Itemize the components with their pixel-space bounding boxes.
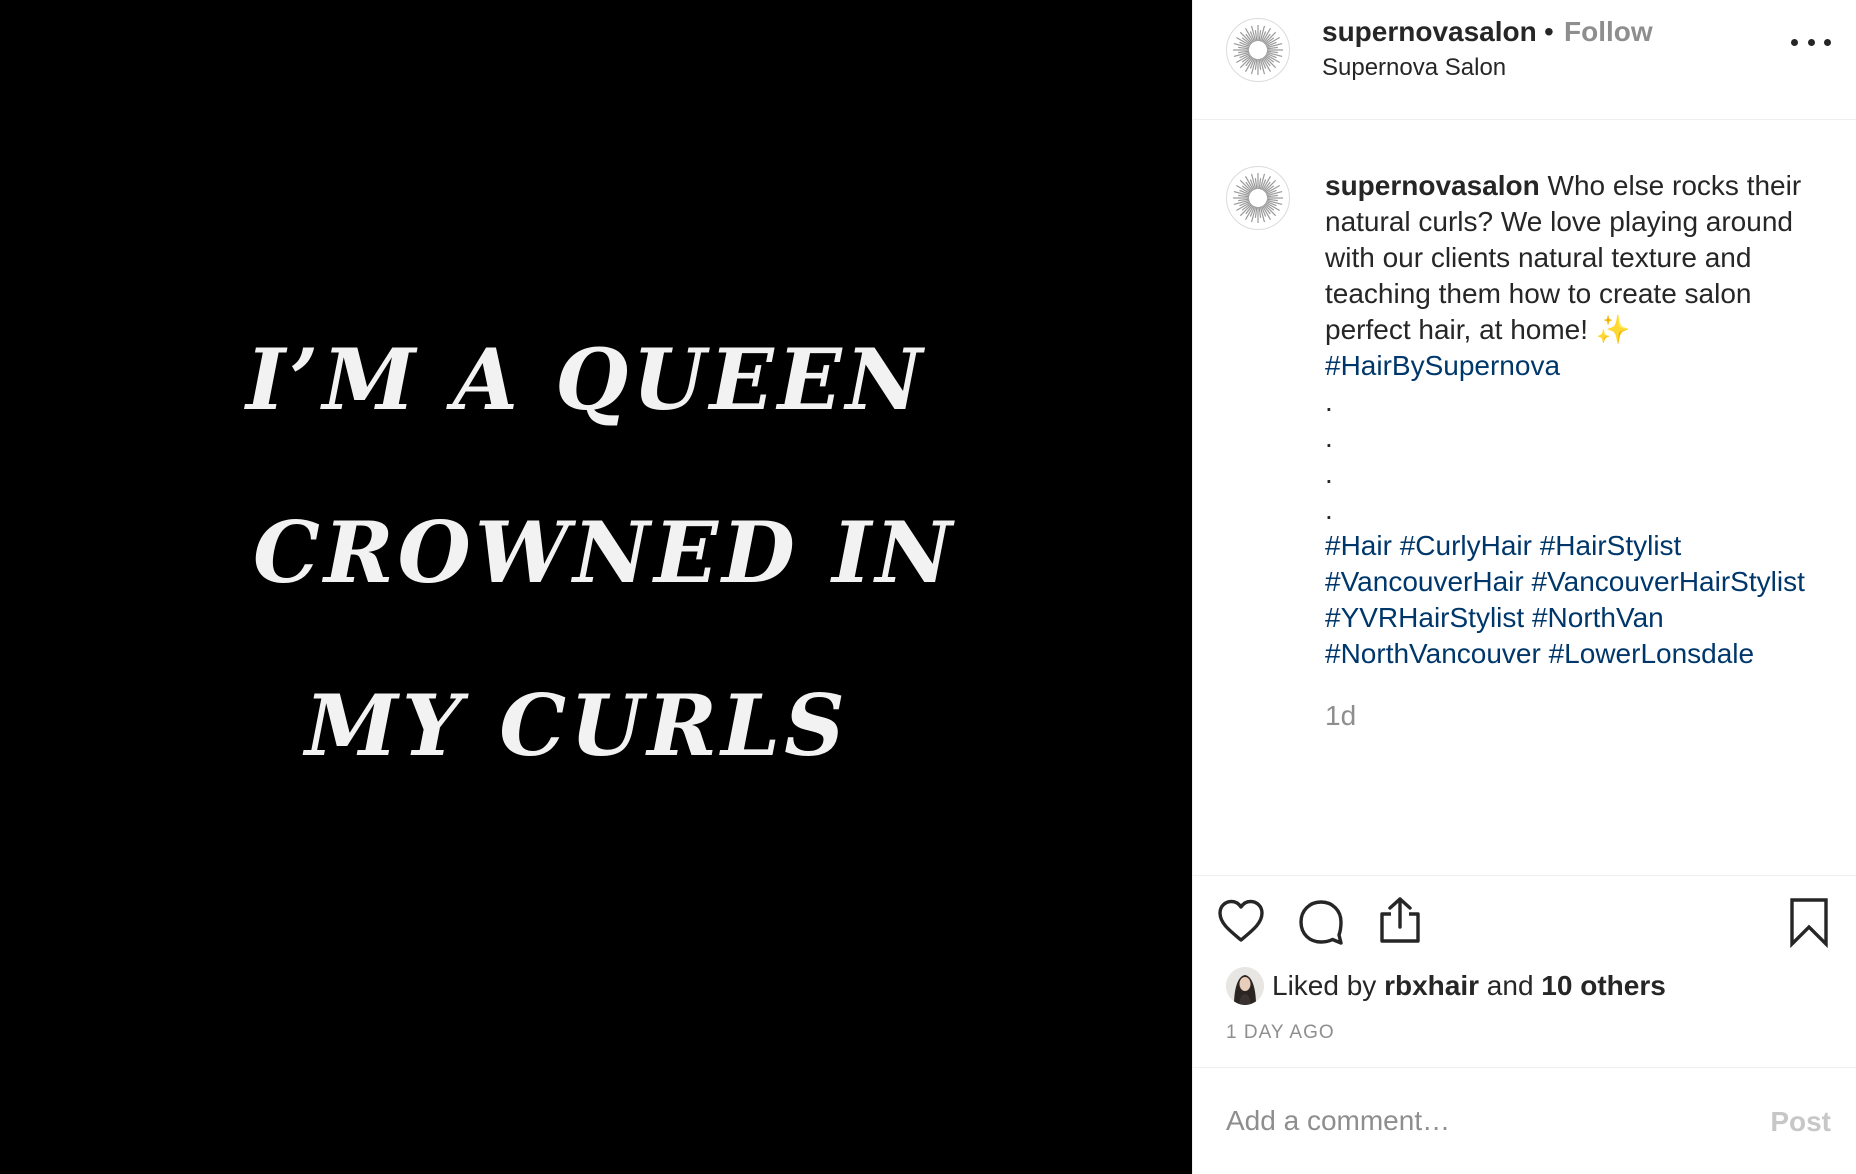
caption-dot: .: [1325, 386, 1333, 417]
comment-icon: [1299, 900, 1343, 945]
quote-line-2: CROWNED IN: [253, 503, 957, 602]
likes-summary: Liked by rbxhair and 10 others: [1226, 966, 1666, 1006]
sunburst-logo-icon: [1233, 25, 1283, 75]
hashtag-link[interactable]: #NorthVancouver: [1325, 638, 1541, 669]
caption-text: supernovasalon Who else rocks their natu…: [1325, 168, 1835, 672]
hashtag-link[interactable]: #Hair: [1325, 530, 1392, 561]
liked-by-label: Liked by: [1272, 970, 1377, 1001]
liked-and-label: and: [1486, 970, 1534, 1001]
likes-text: Liked by rbxhair and 10 others: [1272, 970, 1666, 1002]
caption-dot: .: [1325, 458, 1333, 489]
more-icon-dot: [1807, 38, 1815, 46]
hashtag-link[interactable]: #HairStylist: [1540, 530, 1682, 561]
quote-line-1: I’M A QUEEN: [246, 330, 927, 429]
like-button[interactable]: [1215, 896, 1267, 948]
more-options-button[interactable]: [1791, 32, 1831, 52]
hashtag-link[interactable]: #CurlyHair: [1400, 530, 1532, 561]
follow-button[interactable]: Follow: [1564, 16, 1653, 48]
heart-icon: [1218, 899, 1264, 942]
post-timestamp[interactable]: 1 DAY AGO: [1226, 1022, 1335, 1044]
header-username[interactable]: supernovasalon: [1322, 16, 1537, 48]
post-header: supernovasalon • Follow Supernova Salon: [1193, 0, 1856, 120]
post-actions: Liked by rbxhair and 10 others 1 DAY AGO: [1193, 875, 1856, 1067]
bookmark-icon: [1790, 898, 1828, 949]
share-button[interactable]: [1374, 894, 1426, 946]
share-icon: [1380, 897, 1420, 943]
caption-area: supernovasalon Who else rocks their natu…: [1193, 120, 1856, 875]
profile-avatar[interactable]: [1226, 18, 1290, 82]
post-image[interactable]: I’M A QUEEN CROWNED IN MY CURLS: [0, 0, 1192, 1174]
post-sidebar: supernovasalon • Follow Supernova Salon …: [1192, 0, 1856, 1174]
liker-avatar[interactable]: [1226, 967, 1264, 1005]
hashtag-link[interactable]: #NorthVan: [1532, 602, 1664, 633]
hashtag-link[interactable]: #HairBySupernova: [1325, 350, 1560, 381]
comment-button[interactable]: [1295, 896, 1347, 948]
more-icon: [1791, 38, 1798, 46]
caption-dot: .: [1325, 494, 1333, 525]
person-avatar-icon: [1226, 967, 1264, 1005]
comment-input[interactable]: [1226, 1096, 1746, 1146]
sparkle-icon: ✨: [1595, 314, 1631, 345]
hashtag-link[interactable]: #VancouverHairStylist: [1531, 566, 1804, 597]
header-separator: •: [1544, 16, 1554, 47]
more-icon-dot: [1824, 38, 1831, 46]
post-page: I’M A QUEEN CROWNED IN MY CURLS supernov…: [0, 0, 1856, 1174]
liker-username[interactable]: rbxhair: [1384, 970, 1479, 1001]
quote-line-3: MY CURLS: [305, 676, 849, 775]
hashtag-link[interactable]: #VancouverHair: [1325, 566, 1524, 597]
caption-avatar[interactable]: [1226, 166, 1290, 230]
sunburst-logo-icon: [1233, 173, 1283, 223]
post-comment-button[interactable]: Post: [1770, 1106, 1831, 1138]
comment-box: Post: [1193, 1067, 1856, 1174]
caption-time[interactable]: 1d: [1325, 700, 1356, 732]
header-location[interactable]: Supernova Salon: [1322, 54, 1506, 82]
caption-dot: .: [1325, 422, 1333, 453]
hashtag-link[interactable]: #LowerLonsdale: [1549, 638, 1755, 669]
likes-others-link[interactable]: 10 others: [1541, 970, 1666, 1001]
hashtag-link[interactable]: #YVRHairStylist: [1325, 602, 1524, 633]
save-button[interactable]: [1783, 896, 1835, 949]
caption-username[interactable]: supernovasalon: [1325, 170, 1540, 201]
